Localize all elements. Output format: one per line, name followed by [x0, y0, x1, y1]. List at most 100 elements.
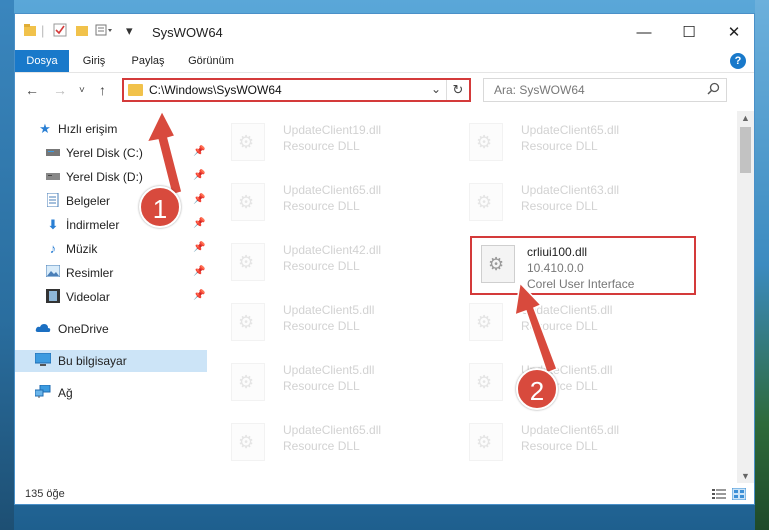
dll-file-icon: ⚙ [231, 303, 265, 341]
sidebar-item-label: Bu bilgisayar [58, 354, 127, 368]
chevron-down-icon[interactable]: ▾ [126, 23, 133, 39]
pin-icon: 📌 [193, 170, 206, 181]
explorer-window: | ▾ SysWOW64 — ☐ ✕ Dosya Giriş Paylaş Gö… [14, 13, 755, 505]
file-type: Resource DLL [283, 379, 360, 393]
file-type: Resource DLL [521, 199, 598, 213]
file-name: UpdateClient5.dll [283, 303, 375, 317]
scroll-up-icon[interactable]: ▲ [737, 113, 754, 123]
dll-file-icon: ⚙ [469, 423, 503, 461]
tab-gorunum[interactable]: Görünüm [181, 50, 241, 72]
customize-toolbar-icon[interactable] [95, 23, 113, 40]
dll-file-icon: ⚙ [231, 423, 265, 461]
star-icon: ★ [39, 121, 51, 136]
dll-file-icon: ⚙ [231, 183, 265, 221]
file-item[interactable]: ⚙ UpdateClient5.dll Resource DLL [459, 297, 684, 347]
vertical-scrollbar[interactable]: ▲ ▼ [737, 111, 754, 483]
dll-file-icon: ⚙ [469, 123, 503, 161]
properties-icon[interactable] [53, 23, 67, 40]
tab-paylas[interactable]: Paylaş [123, 50, 173, 72]
file-name: UpdateClient65.dll [283, 423, 382, 437]
drive-icon [45, 169, 61, 185]
sidebar-item-label: İndirmeler [66, 218, 120, 232]
dll-file-icon: ⚙ [469, 363, 503, 401]
network-icon [34, 384, 51, 401]
pin-icon: 📌 [193, 290, 206, 301]
file-type: Resource DLL [283, 199, 360, 213]
drive-icon [45, 145, 61, 161]
download-icon: ⬇ [47, 217, 59, 232]
file-name: UpdateClient19.dll [283, 123, 382, 137]
scroll-thumb[interactable] [740, 127, 751, 173]
sidebar-item-label: Resimler [66, 266, 114, 280]
file-item[interactable]: ⚙ UpdateClient5.dll Resource DLL [221, 357, 446, 407]
file-item[interactable]: ⚙ UpdateClient5.dll Resource DLL [459, 357, 684, 407]
documents-icon [45, 192, 61, 209]
file-name: UpdateClient5.dll [283, 363, 375, 377]
sidebar-item-quick-access[interactable]: ★ Hızlı erişim [15, 118, 207, 140]
ribbon-tabs: Dosya Giriş Paylaş Görünüm ? [15, 50, 754, 73]
sidebar-item-label: Yerel Disk (C:) [66, 146, 143, 160]
new-folder-icon[interactable] [75, 23, 89, 40]
search-input[interactable]: Ara: SysWOW64 [483, 78, 727, 102]
tab-dosya[interactable]: Dosya [15, 50, 69, 72]
sidebar-item-label: Hızlı erişim [58, 122, 118, 136]
sidebar-item-onedrive[interactable]: OneDrive [15, 318, 207, 340]
address-path: C:\Windows\SysWOW64 [149, 83, 282, 97]
close-button[interactable]: ✕ [714, 20, 754, 44]
recent-locations-icon[interactable]: ˅ [79, 85, 85, 96]
desktop-background-left [0, 0, 14, 530]
back-arrow-icon[interactable]: ← [25, 82, 39, 98]
file-type: Resource DLL [283, 139, 360, 153]
pin-icon: 📌 [193, 146, 206, 157]
maximize-button[interactable]: ☐ [669, 20, 709, 44]
folder-icon [128, 84, 143, 96]
file-type: Resource DLL [283, 319, 360, 333]
music-icon: ♪ [49, 241, 57, 256]
dll-file-icon: ⚙ [469, 303, 503, 341]
address-bar[interactable]: C:\Windows\SysWOW64 ⌄ ↻ [122, 78, 471, 102]
help-icon[interactable]: ? [730, 53, 746, 69]
file-item[interactable]: ⚙ UpdateClient5.dll Resource DLL [221, 297, 446, 347]
cloud-icon [35, 321, 51, 337]
video-icon [45, 289, 61, 305]
large-icons-view-icon[interactable] [731, 487, 747, 501]
details-view-icon[interactable] [712, 488, 726, 500]
navigation-bar: ← → ˅ ↑ C:\Windows\SysWOW64 ⌄ ↻ Ara: Sys… [15, 73, 754, 109]
desktop-background-right [755, 0, 769, 530]
step-2-badge: 2 [516, 368, 558, 410]
folder-icon [23, 23, 37, 40]
file-item[interactable]: ⚙ UpdateClient65.dll Resource DLL [221, 417, 446, 467]
file-name: UpdateClient65.dll [521, 123, 620, 137]
refresh-icon[interactable]: ↻ [446, 80, 469, 100]
file-item[interactable]: ⚙ UpdateClient65.dll Resource DLL [459, 417, 684, 467]
search-placeholder: Ara: SysWOW64 [494, 83, 585, 97]
minimize-button[interactable]: — [624, 20, 664, 44]
sidebar-item-label: Videolar [66, 290, 110, 304]
tab-giris[interactable]: Giriş [73, 50, 115, 72]
sidebar-item-label: Ağ [58, 386, 73, 400]
file-name: UpdateClient63.dll [521, 183, 620, 197]
sidebar-item-this-pc[interactable]: Bu bilgisayar [15, 350, 207, 372]
status-bar: 135 öğe [15, 484, 754, 506]
sidebar-item-pictures[interactable]: Resimler 📌 [15, 262, 207, 284]
sidebar-item-local-disk-d[interactable]: Yerel Disk (D:) 📌 [15, 166, 207, 188]
dll-file-icon: ⚙ [231, 363, 265, 401]
file-item[interactable]: ⚙ UpdateClient42.dll Resource DLL [221, 237, 446, 287]
dll-file-icon: ⚙ [469, 183, 503, 221]
up-arrow-icon[interactable]: ↑ [99, 82, 106, 98]
file-name: UpdateClient65.dll [283, 183, 382, 197]
file-item[interactable]: ⚙ UpdateClient65.dll Resource DLL [221, 177, 446, 227]
sidebar-item-local-disk-c[interactable]: Yerel Disk (C:) 📌 [15, 142, 207, 164]
scroll-down-icon[interactable]: ▼ [737, 471, 754, 481]
file-name: UpdateClient5.dll [521, 303, 613, 317]
forward-arrow-icon[interactable]: → [53, 82, 67, 98]
file-item[interactable]: ⚙ UpdateClient65.dll Resource DLL [459, 117, 684, 167]
chevron-down-icon[interactable]: ⌄ [431, 82, 441, 96]
sidebar-item-network[interactable]: Ağ [15, 382, 207, 404]
file-item[interactable]: ⚙ UpdateClient19.dll Resource DLL [221, 117, 446, 167]
file-item[interactable]: ⚙ UpdateClient63.dll Resource DLL [459, 177, 684, 227]
window-title: SysWOW64 [152, 25, 223, 40]
file-name: UpdateClient65.dll [521, 423, 620, 437]
sidebar-item-videos[interactable]: Videolar 📌 [15, 286, 207, 308]
sidebar-item-music[interactable]: ♪ Müzik 📌 [15, 238, 207, 260]
